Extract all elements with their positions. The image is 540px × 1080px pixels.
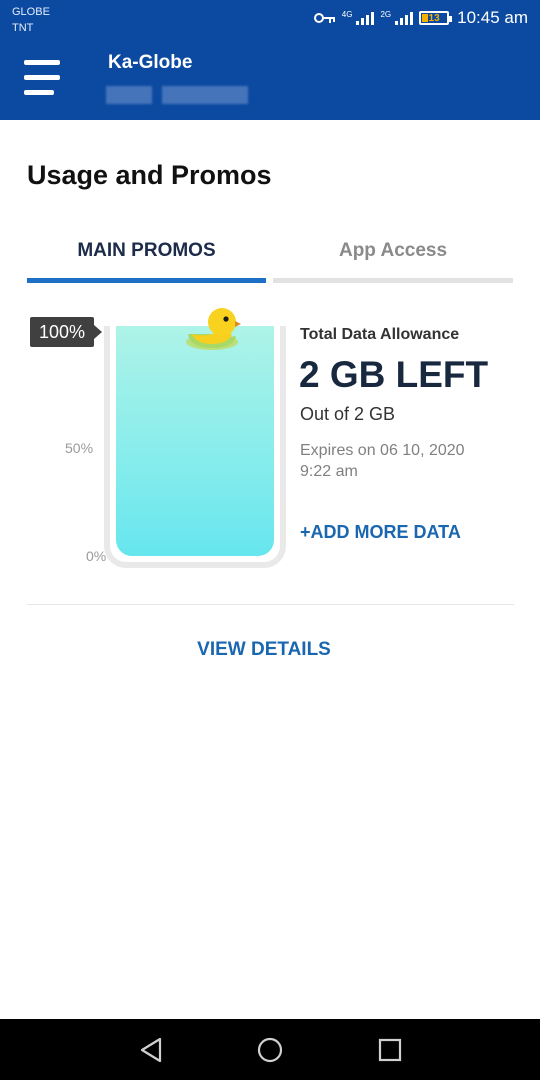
level-badge: 100%: [30, 317, 102, 347]
allowance-label: Total Data Allowance: [300, 326, 460, 343]
menu-icon-line: [24, 75, 60, 80]
rubber-duck-icon: [186, 308, 241, 350]
menu-button[interactable]: [24, 58, 60, 96]
status-time: 10:45 am: [457, 8, 528, 27]
network-type-2: 2G: [380, 10, 392, 19]
tab-inactive-indicator: [273, 278, 513, 283]
signal-1-icon: 4G: [342, 11, 375, 25]
home-icon[interactable]: [253, 1033, 287, 1067]
back-icon[interactable]: [134, 1033, 168, 1067]
data-total: Out of 2 GB: [300, 404, 396, 424]
tab-active-indicator: [27, 278, 266, 283]
data-glass-gauge: [104, 326, 286, 568]
signal-2-icon: 2G: [380, 10, 414, 25]
vpn-key-icon: [313, 12, 336, 24]
level-mid-label: 50%: [65, 440, 94, 456]
menu-icon: [24, 60, 60, 65]
carrier-info: GLOBE TNT: [12, 4, 50, 36]
data-remaining: 2 GB LEFT: [299, 354, 489, 395]
expiry-date: Expires on 06 10, 2020 9:22 am: [300, 442, 465, 480]
menu-icon-line: [24, 90, 54, 95]
data-level-fill: [116, 326, 274, 556]
add-more-data-link[interactable]: +ADD MORE DATA: [300, 522, 461, 543]
app-header: GLOBE TNT 4G 2G 13 10:45 am Ka-Globe: [0, 0, 540, 120]
recent-apps-icon[interactable]: [373, 1033, 407, 1067]
carrier-name-2: TNT: [12, 22, 34, 34]
divider: [27, 604, 514, 605]
battery-icon: 13: [419, 11, 453, 25]
account-name: Ka-Globe: [108, 52, 193, 73]
page-title: Usage and Promos: [27, 160, 272, 190]
network-type-1: 4G: [341, 10, 353, 19]
level-min-label: 0%: [86, 548, 107, 564]
view-details-button[interactable]: VIEW DETAILS: [0, 639, 528, 661]
battery-level: 13: [428, 12, 440, 24]
carrier-name-1: GLOBE: [12, 6, 50, 18]
redacted-number: [106, 86, 248, 104]
system-nav-bar: [0, 1019, 540, 1080]
status-icons: 4G 2G 13 10:45 am: [313, 7, 528, 29]
